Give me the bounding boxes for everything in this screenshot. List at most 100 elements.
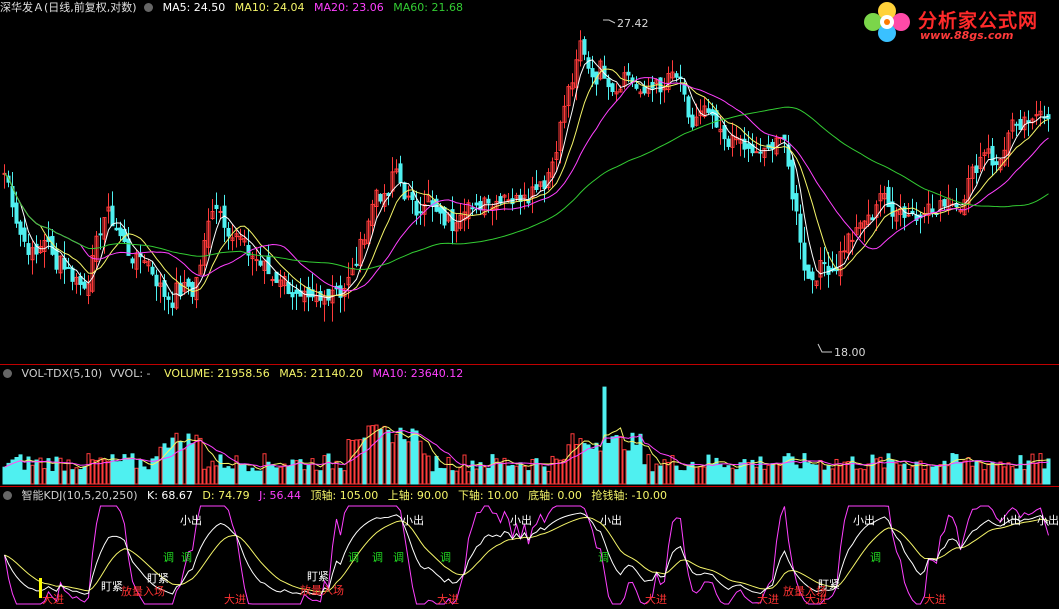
vol-title[interactable]: VOL-TDX(5,10) (22, 367, 103, 380)
down-volume-bar (934, 464, 939, 485)
down-candle (22, 227, 27, 242)
settings-circle-icon[interactable] (144, 3, 154, 12)
down-volume-bar (734, 469, 739, 485)
down-candle (18, 221, 23, 235)
up-volume-bar (774, 463, 779, 485)
down-candle (166, 296, 171, 300)
down-volume-bar (166, 447, 171, 485)
down-candle (26, 243, 31, 255)
down-volume-bar (506, 465, 511, 485)
down-volume-bar (258, 470, 263, 485)
down-candle (810, 271, 815, 281)
down-volume-bar (338, 467, 343, 485)
vvol-value: VVOL: - (109, 367, 151, 380)
down-candle (470, 207, 475, 210)
down-candle (802, 242, 807, 271)
up-volume-bar (330, 468, 335, 485)
down-volume-bar (606, 442, 611, 485)
kdj-signal-label: 小出 (1037, 514, 1059, 527)
low-pointer (817, 343, 832, 353)
down-volume-bar (442, 468, 447, 485)
ma20-value: MA20: 23.06 (314, 1, 384, 14)
down-volume-bar (1014, 468, 1019, 485)
d-value: D: 74.79 (202, 489, 250, 502)
down-volume-bar (678, 470, 683, 485)
up-volume-bar (926, 464, 931, 485)
down-volume-bar (518, 462, 523, 485)
settings-circle-icon[interactable] (3, 369, 12, 378)
kdj-signal-label: 大进 (924, 593, 946, 606)
down-candle (534, 184, 539, 190)
down-volume-bar (398, 427, 403, 485)
logo-url[interactable]: www.88gs.com (920, 29, 1013, 42)
up-candle (218, 210, 223, 213)
down-volume-bar (990, 461, 995, 485)
down-candle (214, 204, 219, 210)
settings-circle-icon[interactable] (3, 491, 12, 500)
up-volume-bar (854, 468, 859, 485)
up-volume-bar (322, 455, 327, 485)
down-candle (414, 200, 419, 216)
up-volume-bar (982, 469, 987, 485)
up-volume-bar (462, 454, 467, 485)
down-volume-bar (498, 463, 503, 485)
up-volume-bar (882, 467, 887, 485)
up-volume-bar (174, 432, 179, 485)
down-candle (378, 193, 383, 202)
down-candle (634, 84, 639, 89)
up-volume-bar (106, 460, 111, 485)
up-volume-bar (422, 453, 427, 485)
j-value: J: 56.44 (259, 489, 302, 502)
up-volume-bar (418, 440, 423, 485)
down-candle (794, 193, 799, 212)
up-candle (906, 214, 911, 217)
down-volume-bar (718, 463, 723, 485)
up-volume-bar (670, 455, 675, 485)
down-volume-bar (186, 433, 191, 485)
down-volume-bar (542, 466, 547, 485)
up-volume-bar (598, 450, 603, 485)
down-volume-bar (78, 469, 83, 485)
down-candle (822, 262, 827, 265)
up-volume-bar (514, 465, 519, 485)
down-volume-bar (802, 453, 807, 485)
down-candle (642, 86, 647, 94)
down-volume-bar (954, 454, 959, 485)
up-volume-bar (522, 465, 527, 485)
down-volume-bar (786, 453, 791, 485)
down-candle (954, 203, 959, 208)
down-candle (1014, 123, 1019, 126)
kdj-signal-label: 小出 (999, 514, 1021, 527)
up-volume-bar (234, 455, 239, 485)
down-volume-bar (1018, 455, 1023, 485)
down-candle (626, 71, 631, 76)
down-volume-bar (782, 456, 787, 485)
kdj-title[interactable]: 智能KDJ(10,5,20,250) (22, 489, 138, 502)
down-volume-bar (246, 471, 251, 485)
up-volume-bar (458, 467, 463, 485)
up-volume-bar (818, 459, 823, 485)
up-volume-bar (994, 464, 999, 485)
kdj-signal-label: 调 (163, 551, 174, 564)
down-volume-bar (826, 464, 831, 485)
down-volume-bar (54, 456, 59, 485)
ma60-line (4, 106, 1049, 270)
lower-axis-value: 下轴: 10.00 (457, 489, 519, 502)
down-volume-bar (974, 460, 979, 485)
up-volume-bar (762, 468, 767, 485)
down-candle (690, 114, 695, 128)
kdj-signal-label: 小出 (853, 514, 875, 527)
up-volume-bar (42, 468, 47, 485)
up-candle (254, 259, 259, 262)
up-volume-bar (566, 444, 571, 485)
stock-title[interactable]: 深华发Ａ(日线,前复权,对数) (0, 1, 137, 14)
up-volume-bar (1038, 453, 1043, 485)
up-volume-bar (74, 467, 79, 485)
up-volume-bar (466, 471, 471, 485)
down-volume-bar (34, 459, 39, 485)
down-volume-bar (1042, 468, 1047, 485)
down-candle (402, 182, 407, 200)
up-volume-bar (962, 460, 967, 485)
down-volume-bar (674, 465, 679, 485)
down-volume-bar (230, 468, 235, 485)
